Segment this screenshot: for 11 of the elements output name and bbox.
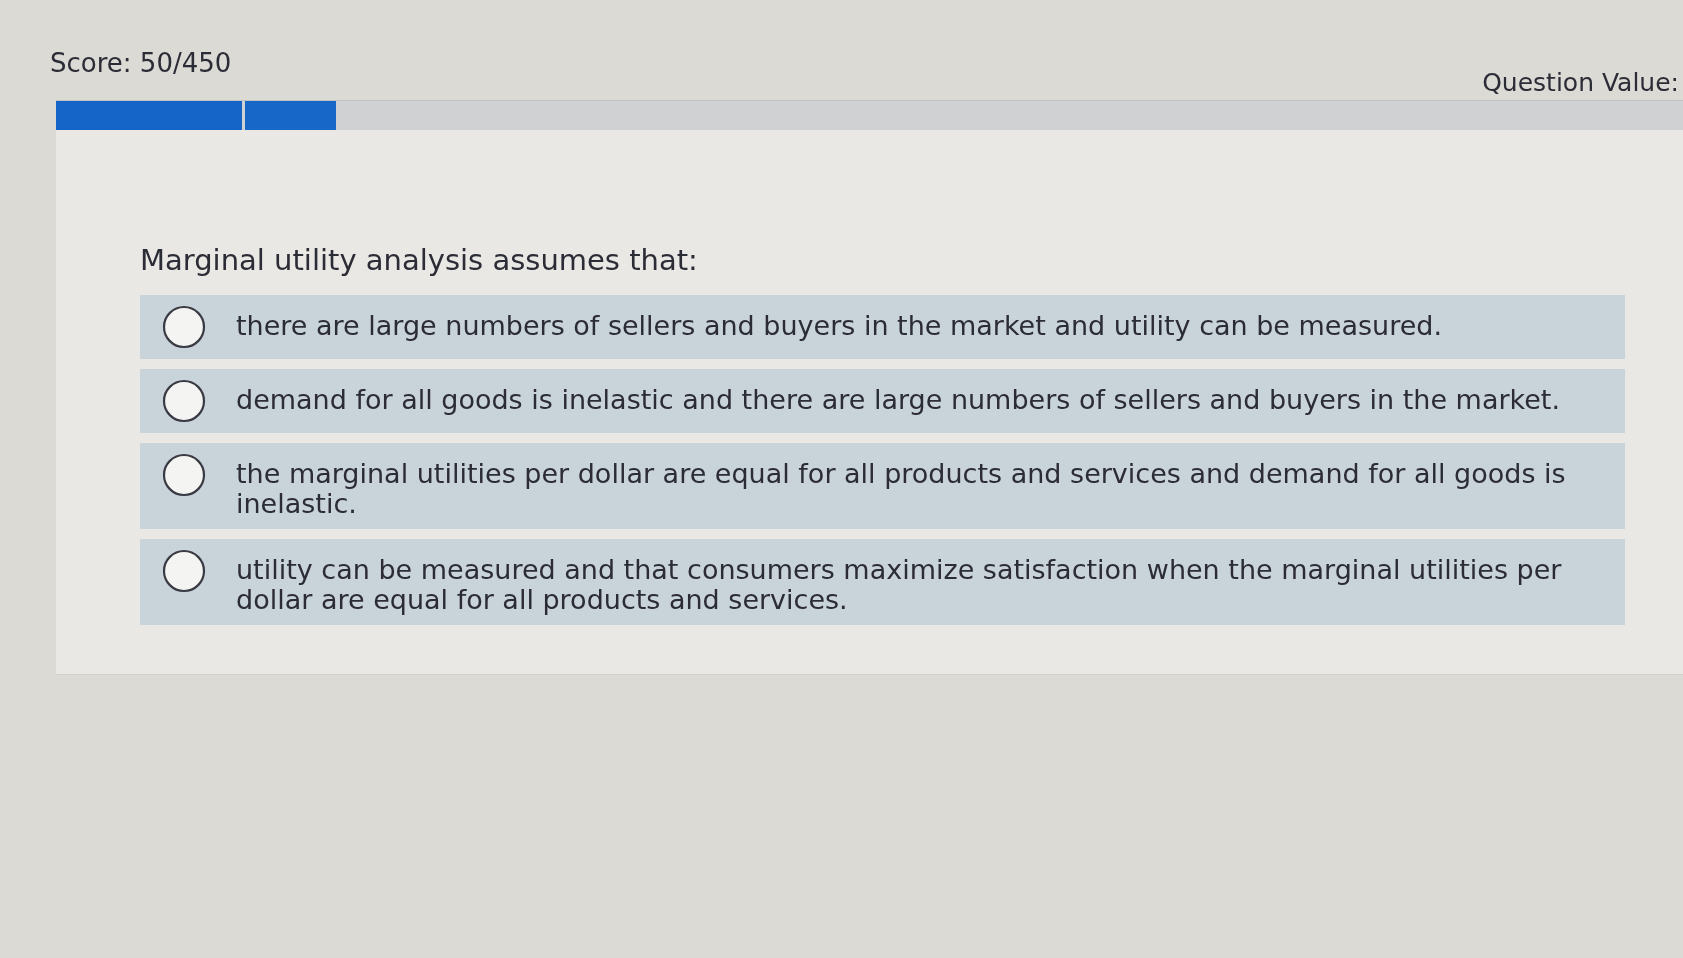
question-text: Marginal utility analysis assumes that:	[140, 242, 698, 279]
answer-option[interactable]: utility can be measured and that consumers maximize satisfaction when the marginal utilities per dollar are equal for all products and services.	[140, 539, 1625, 625]
radio-button-icon[interactable]	[162, 305, 206, 349]
radio-button-icon[interactable]	[162, 453, 206, 497]
radio-button-icon[interactable]	[162, 379, 206, 423]
answer-option[interactable]: there are large numbers of sellers and buyers in the market and utility can be measured.	[140, 295, 1625, 359]
radio-button-icon[interactable]	[162, 549, 206, 593]
question-value-label: Question Value:	[1482, 67, 1679, 99]
answer-option[interactable]: the marginal utilities per dollar are equal for all products and services and demand for all goods is inelastic.	[140, 443, 1625, 529]
score-text: Score: 50/450	[50, 47, 232, 80]
answer-option[interactable]: demand for all goods is inelastic and there are large numbers of sellers and buyers in the market.	[140, 369, 1625, 433]
